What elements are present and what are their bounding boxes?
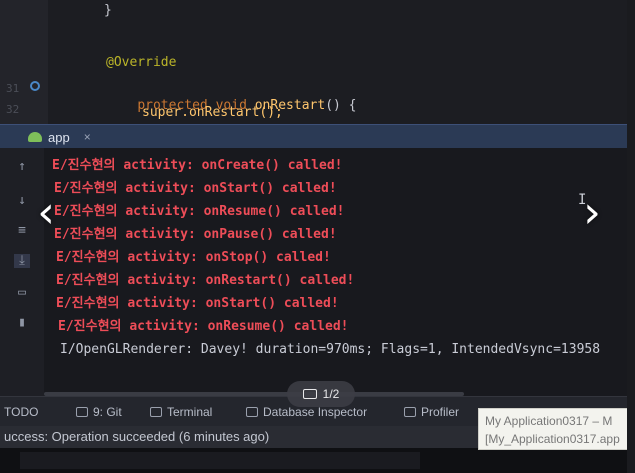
git-icon (76, 407, 88, 417)
next-image-button[interactable]: › (572, 186, 612, 238)
pager-label: 1/2 (322, 387, 340, 401)
lower-strip (20, 452, 420, 469)
editor-gutter: 31 32 (0, 0, 48, 124)
git-tool-button[interactable]: 9: Git (76, 405, 122, 419)
log-line: E/진수현의 activity: onStart() called! (54, 181, 337, 196)
tooltip-line: My Application0317 – M (485, 414, 613, 428)
desk-background (0, 448, 635, 473)
android-icon (28, 132, 42, 142)
terminal-tool-button[interactable]: Terminal (150, 405, 212, 419)
terminal-label: Terminal (167, 405, 213, 419)
override-gutter-icon[interactable] (30, 81, 40, 91)
scroll-up-icon[interactable]: ↑ (14, 160, 30, 174)
todo-label: TODO (4, 405, 39, 419)
log-line: E/진수현의 activity: onStart() called! (56, 296, 339, 311)
profiler-icon (404, 407, 416, 417)
close-icon[interactable]: × (84, 130, 91, 144)
log-line: E/진수현의 activity: onResume() called! (58, 319, 349, 334)
line-number: 32 (6, 103, 20, 116)
code-annotation: @Override (106, 55, 177, 70)
log-line: E/진수현의 activity: onResume() called! (54, 204, 345, 219)
chevron-right-icon: › (583, 186, 601, 238)
tooltip-line: [My_Application0317.app (485, 432, 620, 446)
run-tab-label: app (48, 129, 70, 145)
run-tab-app[interactable]: app × (28, 128, 91, 146)
run-tool-header: app × (0, 124, 635, 149)
log-line: E/진수현의 activity: onCreate() called! (52, 158, 343, 173)
image-pager[interactable]: 1/2 (287, 381, 355, 407)
log-line: E/진수현의 activity: onStop() called! (56, 250, 331, 265)
terminal-icon (150, 407, 162, 417)
profiler-label: Profiler (421, 405, 460, 419)
print-icon[interactable]: ▭ (14, 286, 30, 300)
code-line: } (104, 3, 112, 18)
database-icon (246, 407, 258, 417)
code-editor[interactable]: 31 32 } @Override protected void onResta… (0, 0, 635, 124)
code-line: super.onRestart(); (142, 105, 283, 120)
prev-image-button[interactable]: ‹ (26, 186, 66, 238)
profiler-tool-button[interactable]: Profiler (404, 405, 459, 419)
code-punct: () { (325, 98, 357, 113)
image-icon (302, 389, 317, 399)
database-label: Database Inspector (263, 405, 368, 419)
status-message: uccess: Operation succeeded (6 minutes a… (4, 429, 270, 444)
clear-all-icon[interactable]: ▮ (14, 316, 30, 330)
database-inspector-tool-button[interactable]: Database Inspector (246, 405, 367, 419)
chevron-left-icon: ‹ (37, 186, 55, 238)
right-edge (627, 0, 635, 473)
scroll-to-end-icon[interactable]: ⤓ (14, 254, 30, 268)
log-line: E/진수현의 activity: onRestart() called! (56, 273, 355, 288)
todo-tool-button[interactable]: TODO (4, 405, 38, 419)
line-number: 31 (6, 82, 20, 95)
log-line: I/OpenGLRenderer: Davey! duration=970ms;… (60, 342, 601, 357)
window-tooltip: My Application0317 – M [My_Application03… (478, 408, 635, 450)
log-line: E/진수현의 activity: onPause() called! (54, 227, 337, 242)
git-label: 9: Git (93, 405, 122, 419)
